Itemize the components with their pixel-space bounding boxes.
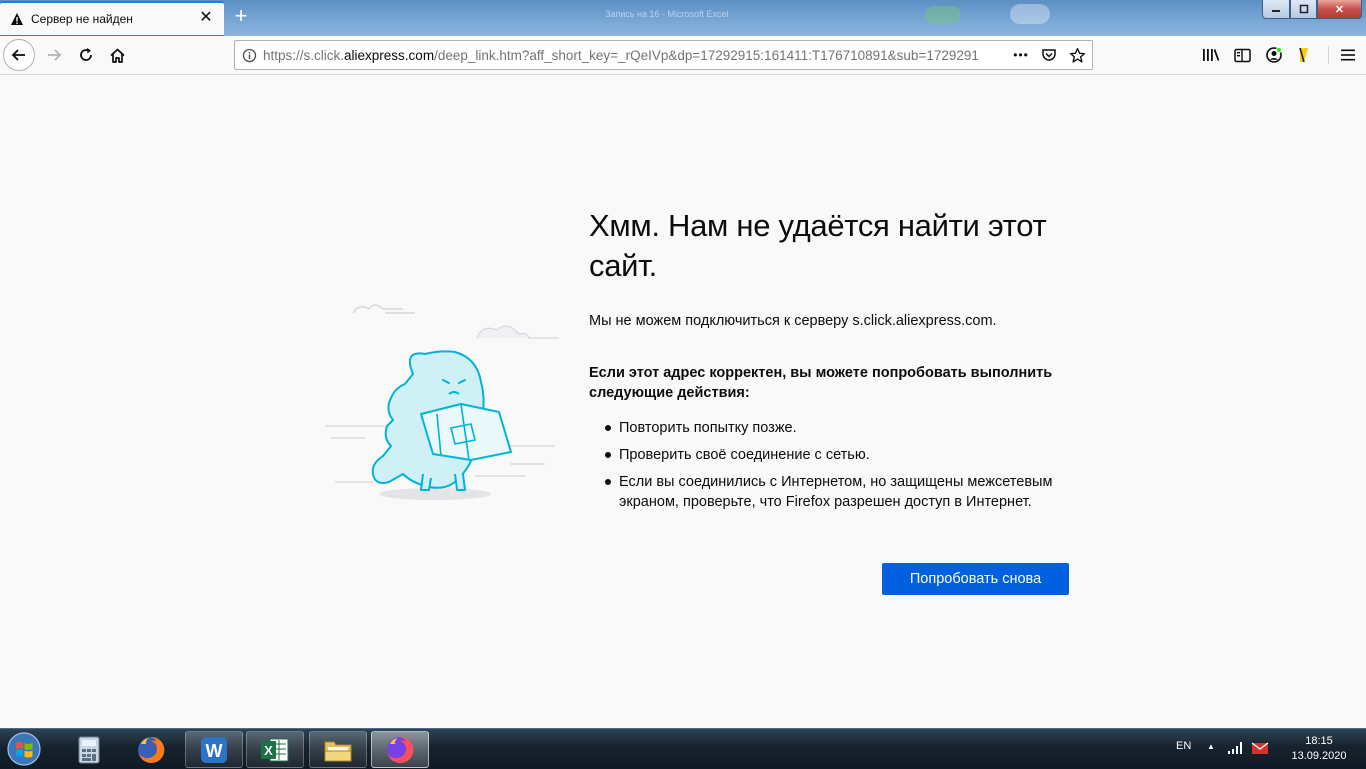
folder-icon	[324, 741, 352, 761]
home-button[interactable]	[101, 39, 133, 71]
taskbar-firefox[interactable]	[122, 731, 180, 768]
reload-icon	[80, 48, 92, 61]
tab-title: Сервер не найден	[31, 11, 133, 26]
suggestion-item: Повторить попытку позже.	[605, 418, 1069, 438]
clock-date: 13.09.2020	[1291, 750, 1347, 762]
menu-button[interactable]	[1333, 39, 1363, 71]
mail-icon[interactable]	[1251, 739, 1269, 757]
home-icon	[109, 48, 125, 63]
background-blob	[925, 6, 961, 24]
pocket-icon[interactable]	[1038, 44, 1060, 66]
taskbar-excel[interactable]: X	[246, 731, 304, 768]
sidebar-button[interactable]	[1227, 39, 1257, 71]
bookmark-star-icon[interactable]	[1066, 44, 1088, 66]
network-signal-icon[interactable]	[1226, 739, 1244, 757]
close-window-button[interactable]: ✕	[1317, 0, 1362, 19]
window-controls: ✕	[1262, 0, 1362, 19]
taskbar-file-explorer[interactable]	[309, 731, 367, 768]
calculator-icon	[78, 736, 100, 763]
minimize-button[interactable]	[1262, 0, 1290, 19]
excel-icon: X	[261, 738, 289, 761]
suggestion-list: Повторить попытку позже. Проверить своё …	[589, 418, 1069, 519]
language-indicator[interactable]: EN	[1176, 740, 1191, 752]
navigation-toolbar: https://s.click.aliexpress.com/deep_link…	[0, 36, 1366, 75]
forward-arrow-icon	[48, 49, 62, 61]
windows-logo-icon	[7, 732, 41, 766]
account-icon	[1266, 47, 1282, 63]
url-text[interactable]: https://s.click.aliexpress.com/deep_link…	[263, 48, 1013, 63]
suggestion-heading: Если этот адрес корректен, вы можете поп…	[589, 365, 1053, 401]
page-actions-button[interactable]: •••	[1010, 44, 1032, 66]
back-button[interactable]	[3, 39, 35, 71]
show-hidden-icons-icon[interactable]: ▲	[1207, 742, 1217, 752]
reload-button[interactable]	[70, 39, 102, 71]
new-tab-button[interactable]: +	[231, 5, 251, 27]
system-clock[interactable]: 18:15 13.09.2020	[1283, 734, 1355, 764]
url-actions: •••	[1010, 41, 1088, 69]
library-icon	[1203, 49, 1220, 61]
try-again-button[interactable]: Попробовать снова	[882, 563, 1069, 595]
error-illustration	[325, 296, 565, 508]
back-arrow-icon	[11, 49, 25, 61]
url-prefix: https://s.click.	[263, 47, 345, 63]
firefox-icon	[387, 736, 414, 763]
windows-taskbar: W X EN ▲ 18:15 13.09.2020	[0, 728, 1366, 769]
suggestion-item: Проверить своё соединение с сетью.	[605, 445, 1069, 465]
site-info-icon[interactable]	[235, 48, 263, 63]
extension-icon	[1299, 47, 1308, 63]
error-description: Мы не можем подключиться к серверу s.cli…	[589, 313, 997, 329]
sidebar-icon	[1233, 48, 1251, 62]
account-button[interactable]	[1259, 39, 1289, 71]
tab-strip: Запись на 16 - Microsoft Excel Сервер не…	[0, 0, 1366, 36]
forward-button[interactable]	[38, 39, 70, 71]
library-button[interactable]	[1196, 39, 1226, 71]
url-domain: aliexpress.com	[344, 47, 435, 63]
firefox-icon	[138, 736, 165, 763]
error-title: Хмм. Нам не удаётся найти этот сайт.	[589, 208, 1047, 283]
taskbar-calculator[interactable]	[60, 731, 118, 768]
window-title-hint: Запись на 16 - Microsoft Excel	[605, 9, 729, 19]
extension-button[interactable]	[1289, 39, 1319, 71]
warning-icon	[10, 12, 24, 26]
maximize-button[interactable]	[1290, 0, 1317, 19]
background-blob	[1010, 4, 1050, 24]
suggestion-item: Если вы соединились с Интернетом, но защ…	[605, 472, 1069, 512]
url-path: /deep_link.htm?aff_short_key=_rQeIVp&dp=…	[434, 47, 979, 63]
svg-text:W: W	[206, 741, 223, 761]
wps-writer-icon: W	[201, 736, 227, 763]
close-tab-icon[interactable]: ✕	[198, 10, 214, 26]
clock-time: 18:15	[1305, 735, 1333, 747]
taskbar-wps-writer[interactable]: W	[185, 731, 243, 768]
hamburger-menu-icon	[1341, 49, 1355, 61]
taskbar-firefox-active[interactable]	[371, 731, 429, 768]
svg-text:X: X	[264, 743, 273, 758]
tab-active[interactable]: Сервер не найден ✕	[0, 1, 224, 36]
toolbar-separator	[1328, 46, 1329, 64]
start-button[interactable]	[3, 730, 45, 768]
url-bar[interactable]: https://s.click.aliexpress.com/deep_link…	[234, 40, 1093, 70]
